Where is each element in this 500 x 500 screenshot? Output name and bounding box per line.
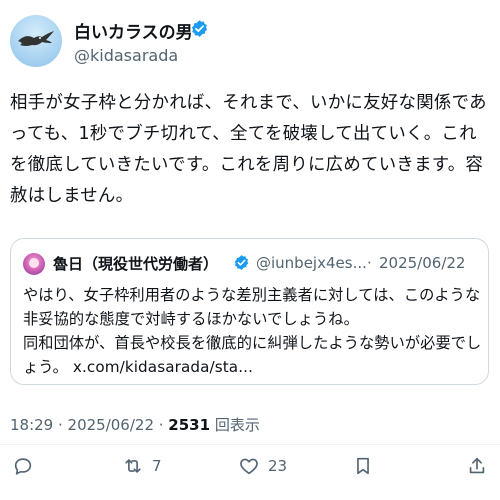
heart-icon — [240, 458, 258, 475]
verified-badge-icon — [191, 20, 208, 37]
tweet-timestamp[interactable]: 18:29 · 2025/06/22 · — [10, 416, 168, 434]
view-count-label: 回表示 — [210, 416, 260, 434]
reply-button[interactable] — [12, 450, 34, 482]
action-bar: 7 23 — [0, 450, 500, 482]
share-icon — [469, 457, 485, 474]
tweet-header: 白いカラスの男 @kidasarada — [10, 12, 490, 70]
verified-badge-icon — [234, 255, 249, 270]
author-name[interactable]: 白いカラスの男 — [74, 18, 193, 43]
bookmark-button[interactable] — [352, 450, 374, 482]
quoted-tweet-card[interactable]: 魯日（現役世代労働者） @iunbejx4es... · 2025/06/22 … — [10, 238, 489, 385]
tweet-body: 相手が女子枠と分かれば、それまで、いかに友好な関係であっても、1秒でブチ切れて、… — [10, 93, 487, 206]
separator-dot: · — [367, 254, 372, 272]
quoted-tweet-date: 2025/06/22 — [379, 254, 466, 272]
share-button[interactable] — [466, 450, 488, 482]
like-count: 23 — [268, 457, 288, 475]
view-count: 2531 — [168, 416, 211, 434]
quoted-tweet-body: やはり、女子枠利用者のような差別主義者に対しては、このような非妥協的な態度で対峙… — [23, 286, 482, 376]
author-handle[interactable]: @kidasarada — [74, 46, 178, 65]
retweet-icon — [125, 459, 141, 473]
bookmark-icon — [357, 457, 369, 475]
tweet-metadata: 18:29 · 2025/06/22 · 2531 回表示 — [10, 414, 260, 435]
retweet-count: 7 — [152, 457, 162, 475]
reply-icon — [14, 458, 32, 475]
crow-icon — [18, 31, 54, 46]
like-button[interactable]: 23 — [238, 450, 287, 482]
quoted-author-avatar[interactable] — [23, 253, 45, 275]
author-avatar[interactable] — [10, 15, 62, 67]
quoted-author-handle: @iunbejx4es... — [256, 254, 367, 272]
divider — [0, 444, 500, 445]
retweet-button[interactable]: 7 — [122, 450, 162, 482]
quoted-author-name: 魯日（現役世代労働者） — [53, 255, 219, 273]
